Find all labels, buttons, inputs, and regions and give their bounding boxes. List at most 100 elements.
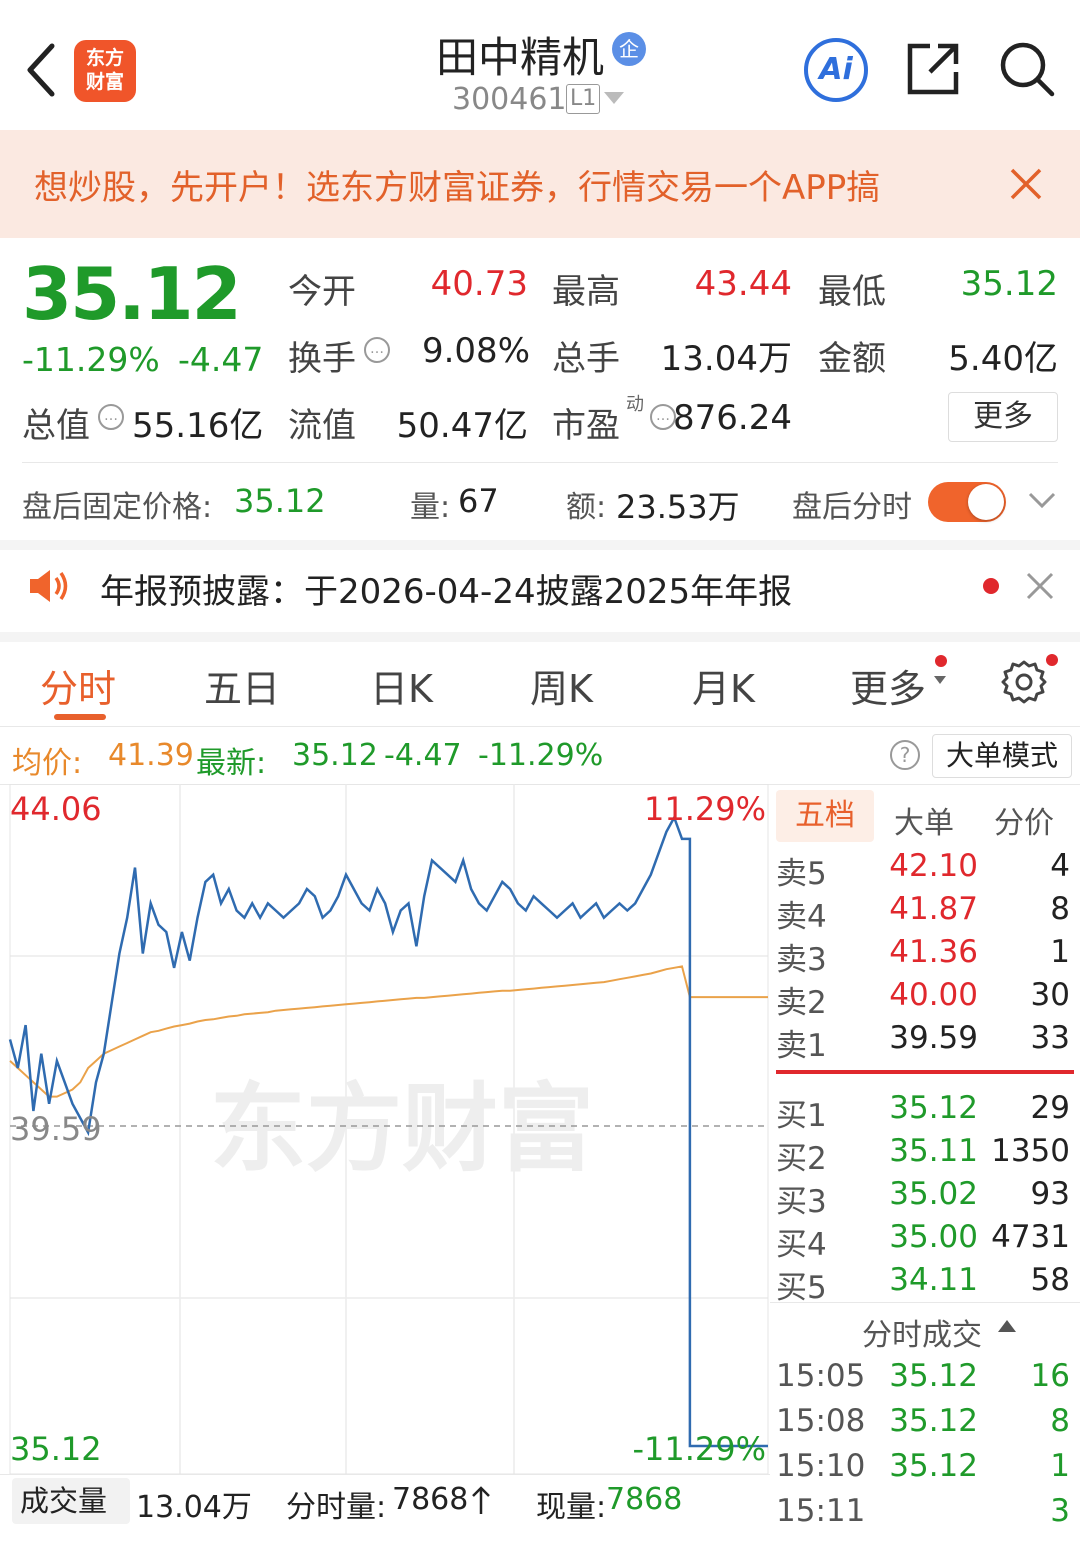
bid-level-row-volume: 1350 [991, 1133, 1070, 1169]
ask-level-row-label: 卖5 [776, 856, 827, 892]
ask-level-row-volume: 4 [1050, 848, 1070, 884]
back-icon[interactable] [22, 40, 62, 100]
volume-total: 13.04万 [136, 1490, 252, 1525]
market-cap-label: 总值 [22, 406, 90, 446]
bid-level-row[interactable]: 买1 35.12 29 [776, 1090, 1076, 1134]
app-logo[interactable]: 东方财富 [74, 40, 136, 102]
more-button-label: 更多 [973, 399, 1033, 434]
big-order-mode-label: 大单模式 [945, 739, 1058, 772]
ask-level-row[interactable]: 卖4 41.87 8 [776, 891, 1076, 935]
trades-title[interactable]: 分时成交 [862, 1310, 982, 1354]
volume-selector[interactable]: 成交量 [12, 1478, 130, 1524]
trade-row-label: 15:05 [776, 1358, 866, 1394]
tab-daily-k[interactable]: 日K [370, 658, 433, 713]
big-order-mode-button[interactable]: 大单模式 [932, 734, 1072, 778]
bid-level-row-label: 买2 [776, 1141, 827, 1177]
spread-divider [776, 1070, 1074, 1074]
last-value: 35.12 [292, 738, 378, 773]
open-value: 40.73 [430, 264, 528, 304]
amount-label: 金额 [818, 339, 886, 379]
enterprise-badge-text: 企 [619, 37, 639, 61]
trade-row-price: 35.12 [889, 1358, 978, 1394]
bid-level-row[interactable]: 买4 35.00 4731 [776, 1219, 1076, 1263]
bid-level-row-label: 买5 [776, 1270, 827, 1306]
turnover-value: 9.08% [421, 331, 530, 371]
tab-price-dist[interactable]: 分价 [994, 798, 1054, 842]
arrow-up-icon [470, 1484, 492, 1516]
ask-level-row-price: 39.59 [889, 1020, 978, 1056]
trade-row[interactable]: 15:05 35.12 16 [776, 1358, 1076, 1401]
toggle-knob [968, 484, 1004, 520]
after-hours-toggle[interactable] [928, 482, 1006, 522]
ask-level-row[interactable]: 卖1 39.59 33 [776, 1020, 1076, 1064]
ai-button[interactable]: Ai [804, 38, 868, 102]
volume-label: 总手 [552, 339, 620, 379]
pe-value: 876.24 [673, 398, 792, 438]
after-hours-amt: 23.53万 [616, 488, 740, 526]
high-value: 43.44 [694, 264, 792, 304]
share-icon[interactable] [904, 40, 962, 98]
help-icon[interactable]: ? [890, 740, 920, 770]
trade-row[interactable]: 15:10 35.12 1 [776, 1448, 1076, 1491]
caret-up-icon[interactable] [998, 1320, 1016, 1332]
chevron-down-icon[interactable] [1026, 488, 1058, 514]
more-button[interactable]: 更多 [948, 392, 1058, 442]
stock-code: 300461 [452, 82, 567, 117]
bid-level-row[interactable]: 买3 35.02 93 [776, 1176, 1076, 1220]
tab-intraday[interactable]: 分时 [40, 658, 116, 713]
low-label: 最低 [818, 272, 886, 312]
bid-level-row[interactable]: 买5 34.11 58 [776, 1262, 1076, 1306]
current-volume: 7868 [606, 1482, 683, 1517]
change-amount: -4.47 [178, 340, 264, 379]
avg-label: 均价: [12, 746, 83, 781]
gear-icon[interactable] [1000, 658, 1048, 706]
ask-level-row-volume: 30 [1030, 977, 1070, 1013]
intraday-chart[interactable]: 东方财富 44.06 39.59 35.12 11.29% -11.29% [0, 783, 770, 1475]
trade-row[interactable]: 15:11 3 [776, 1493, 1076, 1536]
avg-value: 41.39 [108, 738, 194, 773]
promo-banner[interactable]: 想炒股，先开户！选东方财富证券，行情交易一个APP搞 [0, 130, 1080, 238]
trade-row-price: 35.12 [889, 1403, 978, 1439]
tab-five-day[interactable]: 五日 [204, 658, 280, 713]
level-dropdown-icon[interactable] [604, 92, 624, 104]
ask-level-row[interactable]: 卖3 41.36 1 [776, 934, 1076, 978]
tab-big-order[interactable]: 大单 [894, 798, 954, 842]
ask-level-row[interactable]: 卖5 42.10 4 [776, 848, 1076, 892]
tab-five-level[interactable]: 五档 [776, 790, 874, 842]
info-icon[interactable]: … [364, 337, 390, 363]
trade-row[interactable]: 15:08 35.12 8 [776, 1403, 1076, 1446]
search-icon[interactable] [998, 40, 1056, 98]
ai-button-label: Ai [819, 52, 853, 87]
tab-more-dot [935, 655, 947, 667]
bid-level-row-label: 买4 [776, 1227, 827, 1263]
volume-value: 13.04万 [660, 339, 792, 379]
trade-row-volume: 3 [1050, 1493, 1070, 1529]
bid-level-row-price: 35.12 [889, 1090, 978, 1126]
tab-more-dropdown-icon [934, 676, 946, 684]
market-cap-value: 55.16亿 [132, 406, 264, 446]
ask-level-row[interactable]: 卖2 40.00 30 [776, 977, 1076, 1021]
stock-name: 田中精机 [436, 33, 605, 82]
volume-selector-label: 成交量 [20, 1484, 108, 1518]
intraday-chart-svg: 东方财富 44.06 39.59 35.12 11.29% -11.29% [8, 783, 769, 1475]
speaker-icon [26, 566, 72, 606]
change-percent: -11.29% [22, 340, 160, 379]
close-icon[interactable] [1006, 164, 1046, 204]
ask-level-row-price: 41.87 [889, 891, 978, 927]
tab-more[interactable]: 更多 [850, 658, 926, 713]
close-icon[interactable] [1024, 570, 1056, 602]
bid-level-row-price: 35.00 [889, 1219, 978, 1255]
float-cap-value: 50.47亿 [396, 406, 528, 446]
y-mid-label: 39.59 [10, 1110, 102, 1148]
tab-monthly-k[interactable]: 月K [692, 658, 755, 713]
top-nav: 东方财富 田中精机 企 300461 L1 Ai [0, 0, 1080, 130]
after-hours-qty: 67 [458, 482, 499, 520]
after-hours-amt-label: 额: [566, 490, 607, 525]
tab-weekly-k[interactable]: 周K [530, 658, 593, 713]
notice-text: 年报预披露：于2026-04-24披露2025年年报 [100, 572, 793, 612]
bid-level-row[interactable]: 买2 35.11 1350 [776, 1133, 1076, 1177]
ask-level-row-label: 卖3 [776, 942, 827, 978]
amount-value: 5.40亿 [948, 339, 1058, 379]
info-icon[interactable]: … [98, 404, 124, 430]
enterprise-badge: 企 [612, 32, 646, 66]
